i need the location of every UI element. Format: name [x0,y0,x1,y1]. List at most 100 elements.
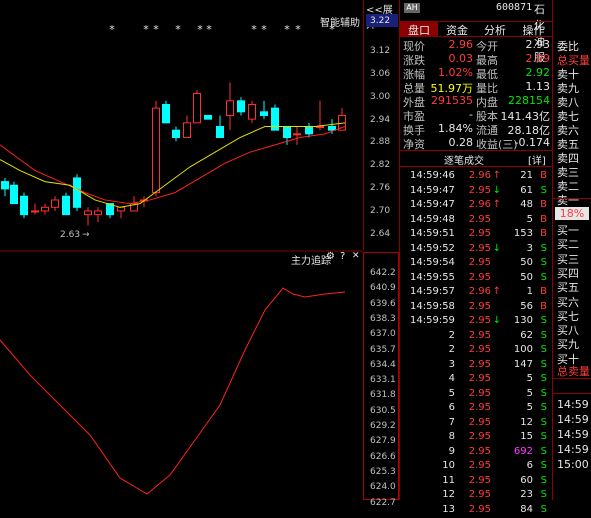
indicator-axis: 642.2640.9639.6638.3637.0635.7634.4633.1… [363,252,399,500]
candle-up [52,200,59,207]
trade-volume: 56 [520,301,533,312]
trade-side: S [541,489,547,500]
chart-area[interactable]: *********** 智能辅助 2.63 → 主力追踪 ⚙ ? ✕ [0,0,363,500]
trade-volume: 5 [527,373,533,384]
trade-price: 2.95 [469,402,491,413]
trade-time: 14:59:59 [410,315,455,326]
gear-icon[interactable]: ⚙ [326,251,335,262]
trade-row: 122.9523S [400,489,553,504]
tab-pankou[interactable]: 盘口 [400,22,438,36]
candle-down [284,127,291,138]
trade-seq: 7 [449,417,455,428]
candle-down [2,182,9,189]
trade-side: B [540,170,547,181]
trade-time: 14:59:51 [410,228,455,239]
divider [400,36,553,37]
trade-volume: 1 [527,286,533,297]
indicator-tick: 635.7 [370,345,396,355]
price-tick: 2.70 [370,206,390,216]
quote-value: 291535 [431,94,473,107]
price-tick: 2.82 [370,160,390,170]
quote-row: 总量51.97万量比1.13 [400,80,553,94]
trade-row: 22.9562S [400,330,553,345]
trade-price: 2.95 [469,388,491,399]
quote-row: 现价2.96今开2.93 [400,38,553,52]
trade-volume: 61 [520,185,533,196]
up-arrow-icon: ↑ [493,286,501,297]
trade-side: B [540,301,547,312]
trade-row: 102.956S [400,460,553,475]
indicator-line [0,288,345,494]
tab-fenxi[interactable]: 分析 [476,22,514,36]
divider [553,393,591,394]
question-icon[interactable]: ? [340,251,345,262]
trade-row: 14:59:542.9550S [400,257,553,272]
divider [553,198,591,199]
trade-volume: 5 [527,402,533,413]
price-tick: 2.64 [370,229,390,239]
trade-side: S [541,504,547,515]
indicator-name[interactable]: 主力追踪 [291,252,331,267]
candle-up [194,93,201,122]
trade-time: 14:59:48 [410,214,455,225]
ma-line-red [0,127,345,204]
trade-volume: 84 [520,504,533,515]
price-tick: 3.12 [370,46,390,56]
star-marker-icon: * [295,23,301,36]
trade-time: 14:59:57 [410,286,455,297]
trade-side: B [540,214,547,225]
trade-time: 14:59:58 [410,301,455,312]
trade-price: 2.96 [469,199,491,210]
indicator-tick: 642.2 [370,268,396,278]
trade-seq: 2 [449,344,455,355]
trade-volume: 153 [514,228,533,239]
tick-time: 14:59 [557,398,589,411]
trades-detail-button[interactable]: [详] [528,152,546,167]
tab-caozuo[interactable]: 操作 [514,22,553,36]
trade-price: 2.95 [469,446,491,457]
quote-value: 1.02% [438,66,473,79]
candle-up [118,207,125,211]
trade-price: 2.95 [469,228,491,239]
quote-row: 净资0.28收益(三)-0.174 [400,136,553,150]
candle-up [184,123,191,138]
candle-down [63,196,70,214]
trade-row: 52.955S [400,388,553,403]
trade-volume: 130 [514,315,533,326]
trade-price: 2.95 [469,243,491,254]
trade-price: 2.95 [469,359,491,370]
price-tick: 3.22 [370,16,390,26]
close-icon[interactable]: ✕ [352,251,360,261]
trade-seq: 9 [449,446,455,457]
tick-time: 15:00 [557,458,589,471]
trade-price: 2.95 [469,315,491,326]
kline-chart[interactable]: *********** [0,0,363,500]
indicator-tick: 629.2 [370,421,396,431]
down-arrow-icon: ↓ [493,243,501,254]
trade-time: 14:59:46 [410,170,455,181]
divider [400,166,553,167]
trade-side: S [541,402,547,413]
star-marker-icon: * [284,23,290,36]
trade-side: S [541,475,547,486]
indicator-tick: 624.0 [370,482,396,492]
quote-row: 涨跌0.03最高2.99 [400,52,553,66]
candle-up [85,211,92,215]
indicator-tick: 639.6 [370,299,396,309]
up-arrow-icon: ↑ [493,199,501,210]
tab-zijin[interactable]: 资金 [438,22,476,36]
trade-row: 14:59:552.9550S [400,272,553,287]
trade-side: B [540,286,547,297]
trade-row: 42.955S [400,373,553,388]
price-tick: 2.76 [370,183,390,193]
trade-volume: 21 [520,170,533,181]
smart-assist-label[interactable]: 智能辅助 [320,14,360,29]
trade-price: 2.95 [469,417,491,428]
trade-row: 62.955S [400,402,553,417]
trade-volume: 60 [520,475,533,486]
trade-price: 2.95 [469,272,491,283]
indicator-tick: 637.0 [370,329,396,339]
price-tick: 2.88 [370,137,390,147]
order-book-label: 卖一 [557,192,579,208]
trade-volume: 5 [527,388,533,399]
